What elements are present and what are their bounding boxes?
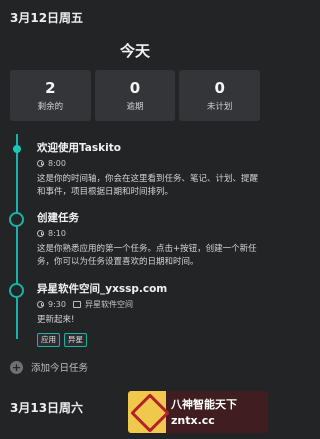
clock-icon <box>37 160 44 167</box>
app-root: 3月12日周五 今天 2 剩余的 0 逾期 0 未计划 欢迎使用Taskito … <box>0 0 270 439</box>
task-meta: 8:10 <box>37 228 262 239</box>
timeline-dot <box>13 145 21 153</box>
task-time: 9:30 <box>48 300 66 309</box>
task-title: 欢迎使用Taskito <box>37 142 121 154</box>
watermark-logo-icon <box>128 391 166 433</box>
task-item[interactable]: 欢迎使用Taskito 8:00 这是你的时间轴，你会在这里看到任务、笔记、计划… <box>37 142 262 199</box>
task-title: 创建任务 <box>37 212 79 224</box>
stat-overdue-value: 0 <box>129 79 141 97</box>
task-meta: 8:00 <box>37 158 262 169</box>
task-time: 8:10 <box>48 229 66 238</box>
stat-unscheduled-value: 0 <box>214 79 225 97</box>
task-title: 异星软件空间_yxssp.com <box>37 283 168 295</box>
task-item[interactable]: 创建任务 8:10 这是你熟悉应用的第一个任务。点击+按钮，创建一个新任务，你可… <box>37 212 262 269</box>
timeline-line <box>16 134 18 339</box>
task-item[interactable]: 异星软件空间_yxssp.com 9:30 异星软件空间 更新起来! 应用 异星 <box>37 283 262 347</box>
task-description: 这是你熟悉应用的第一个任务。点击+按钮，创建一个新任务，你可以为任务设置喜欢的日… <box>37 244 257 267</box>
stat-remaining-value: 2 <box>45 79 56 97</box>
stat-remaining[interactable]: 2 剩余的 <box>10 70 91 121</box>
project-icon <box>72 301 81 308</box>
stats-row: 2 剩余的 0 逾期 0 未计划 <box>10 70 261 121</box>
task-checkbox[interactable] <box>9 283 24 298</box>
watermark: 八神智能天下 zntx.cc <box>128 391 268 433</box>
watermark-text: 八神智能天下 <box>171 398 237 411</box>
task-meta: 9:30 异星软件空间 <box>37 299 262 310</box>
task-tags: 应用 异星 <box>37 333 262 347</box>
stat-overdue-label: 逾期 <box>126 102 144 112</box>
tag-chip[interactable]: 异星 <box>64 333 87 347</box>
task-time: 8:00 <box>48 159 66 168</box>
clock-icon <box>37 230 44 237</box>
task-description: 这是你的时间轴，你会在这里看到任务、笔记、计划、提醒和事件，项目根据日期和时间排… <box>37 174 259 197</box>
tag-chip[interactable]: 应用 <box>37 333 60 347</box>
plus-icon: + <box>10 360 23 374</box>
stat-unscheduled[interactable]: 0 未计划 <box>179 70 261 121</box>
date-header-tomorrow: 3月13日周六 <box>10 401 84 415</box>
date-header-today: 3月12日周五 <box>10 11 84 25</box>
task-description: 更新起来! <box>37 315 75 325</box>
watermark-url: zntx.cc <box>171 414 215 427</box>
page-title: 今天 <box>119 42 150 60</box>
task-project: 异星软件空间 <box>84 300 133 309</box>
stat-overdue[interactable]: 0 逾期 <box>94 70 176 121</box>
stat-remaining-label: 剩余的 <box>37 102 64 112</box>
add-today-task-label: 添加今日任务 <box>31 363 89 374</box>
clock-icon <box>37 301 44 308</box>
add-today-task-button[interactable]: + 添加今日任务 <box>10 360 88 374</box>
task-checkbox[interactable] <box>9 212 24 227</box>
stat-unscheduled-label: 未计划 <box>206 102 233 112</box>
